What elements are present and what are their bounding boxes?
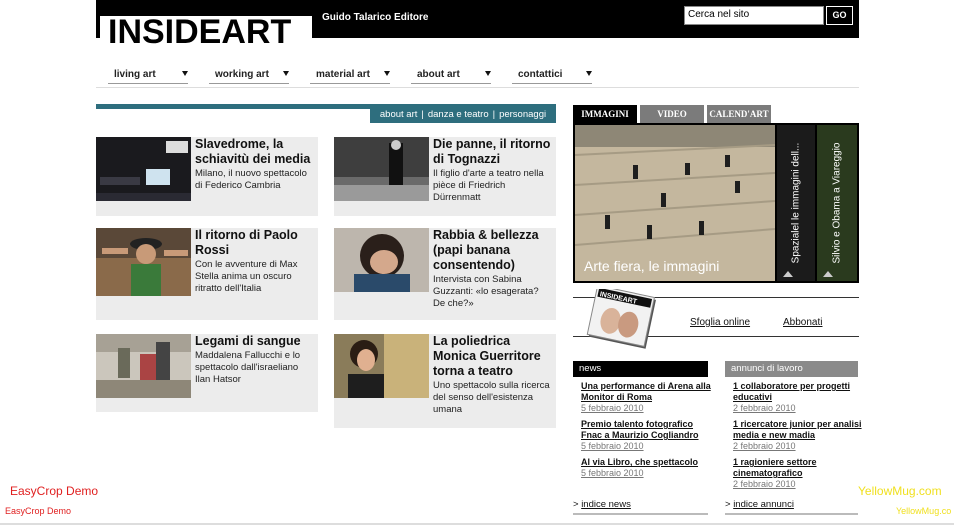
article-desc: Il figlio d'arte a teatro nella pièce di… (433, 168, 544, 203)
divider (573, 513, 708, 515)
watermark-text: YellowMug.co (896, 506, 952, 516)
nav-about-art[interactable]: about art (411, 68, 491, 84)
news-title[interactable]: Al via Libro, che spettacolo (581, 457, 711, 468)
abbonati-link[interactable]: Abbonati (783, 317, 822, 328)
dropdown-arrow-icon (182, 71, 188, 76)
article-thumbnail[interactable] (96, 137, 191, 201)
jobs-header: annunci di lavoro (725, 361, 858, 377)
dropdown-arrow-icon (384, 71, 390, 76)
site-logo[interactable]: INSIDEART (108, 14, 291, 50)
nav-divider (96, 87, 859, 88)
article-desc: Maddalena Fallucchi e lo spettacolo dall… (195, 350, 301, 385)
search-go-button[interactable]: GO (826, 6, 853, 25)
article-desc: Intervista con Sabina Guzzanti: «lo esag… (433, 274, 539, 309)
article-desc: Con le avventure di Max Stella anima un … (195, 259, 298, 294)
article-card[interactable]: Rabbia & bellezza (papi banana consenten… (334, 228, 556, 320)
news-index-link[interactable]: > indice news (573, 499, 631, 510)
news-item[interactable]: Una performance di Arena alla Monitor di… (581, 381, 711, 414)
nav-label: material art (316, 69, 370, 80)
divider (725, 513, 858, 515)
article-title[interactable]: Legami di sangue (195, 334, 314, 349)
watermark-text: EasyCrop Demo (10, 484, 99, 498)
job-title[interactable]: 1 ricercatore junior per analisi media e… (733, 419, 863, 441)
news-title[interactable]: Premio talento fotografico Fnac a Mauriz… (581, 419, 711, 441)
article-card[interactable]: Legami di sangue Maddalena Fallucchi e lo… (96, 334, 318, 412)
article-card[interactable]: Il ritorno di Paolo Rossi Con le avventur… (96, 228, 318, 320)
publisher-name: Guido Talarico Editore (322, 12, 429, 23)
section-tab-about-art[interactable]: about art (380, 109, 418, 120)
job-date: 2 febbraio 2010 (733, 441, 796, 451)
job-item[interactable]: 1 collaboratore per progetti educativi 2… (733, 381, 863, 414)
triangle-up-icon (783, 271, 793, 277)
article-thumbnail[interactable] (334, 137, 429, 201)
watermark-text: YellowMug.com (858, 484, 942, 498)
side-item-label: Spazialel le immagini dell... (790, 142, 802, 264)
article-title[interactable]: La poliedrica Monica Guerritore torna a … (433, 334, 552, 379)
article-title[interactable]: Il ritorno di Paolo Rossi (195, 228, 314, 258)
tab-video[interactable]: VIDEO (640, 105, 704, 123)
article-card[interactable]: Die panne, il ritorno di Tognazzi Il figl… (334, 137, 556, 216)
section-tabs: about art | danza e teatro | personaggi (370, 106, 556, 123)
article-thumbnail[interactable] (96, 228, 191, 296)
article-thumbnail[interactable] (96, 334, 191, 398)
dropdown-arrow-icon (485, 71, 491, 76)
nav-label: about art (417, 69, 460, 80)
article-title[interactable]: Slavedrome, la schiavitù dei media (195, 137, 314, 167)
page-bottom-border (0, 523, 954, 525)
article-desc: Uno spettacolo sulla ricerca del senso d… (433, 380, 550, 415)
magazine-cover[interactable]: INSIDEART (581, 284, 661, 351)
gallery-side-item[interactable]: Silvio e Obama a Viareggio (817, 125, 857, 281)
job-item[interactable]: 1 ragioniere settore cinematografico 2 f… (733, 457, 863, 490)
nav-living-art[interactable]: living art (108, 68, 188, 84)
job-item[interactable]: 1 ricercatore junior per analisi media e… (733, 419, 863, 452)
news-date: 5 febbraio 2010 (581, 441, 644, 451)
nav-contattici[interactable]: contattici (512, 68, 592, 84)
nav-label: living art (114, 69, 156, 80)
dropdown-arrow-icon (283, 71, 289, 76)
tab-calendart[interactable]: CALEND'ART (707, 105, 771, 123)
nav-working-art[interactable]: working art (209, 68, 289, 84)
watermark-text: EasyCrop Demo (5, 506, 72, 516)
jobs-index-label[interactable]: indice annunci (733, 499, 794, 510)
side-item-label: Silvio e Obama a Viareggio (831, 142, 843, 264)
news-date: 5 febbraio 2010 (581, 403, 644, 413)
article-thumbnail[interactable] (334, 228, 429, 292)
news-item[interactable]: Premio talento fotografico Fnac a Mauriz… (581, 419, 711, 452)
article-thumbnail[interactable] (334, 334, 429, 398)
news-item[interactable]: Al via Libro, che spettacolo 5 febbraio … (581, 457, 711, 479)
tab-immagini[interactable]: IMMAGINI (573, 105, 637, 123)
job-date: 2 febbraio 2010 (733, 479, 796, 489)
article-desc: Milano, il nuovo spettacolo di Federico … (195, 168, 307, 191)
search-input[interactable]: Cerca nel sito (684, 6, 824, 25)
jobs-index-link[interactable]: > indice annunci (725, 499, 794, 510)
nav-label: contattici (518, 69, 563, 80)
section-tab-danza-teatro[interactable]: danza e teatro (428, 109, 489, 120)
page: INSIDEART Guido Talarico Editore Cerca n… (0, 0, 954, 527)
section-tab-personaggi[interactable]: personaggi (499, 109, 546, 120)
nav-label: working art (215, 69, 269, 80)
article-title[interactable]: Die panne, il ritorno di Tognazzi (433, 137, 552, 167)
gallery-caption[interactable]: Arte fiera, le immagini (584, 258, 719, 274)
job-title[interactable]: 1 ragioniere settore cinematografico (733, 457, 863, 479)
dropdown-arrow-icon (586, 71, 592, 76)
job-date: 2 febbraio 2010 (733, 403, 796, 413)
nav-material-art[interactable]: material art (310, 68, 390, 84)
article-title[interactable]: Rabbia & bellezza (papi banana consenten… (433, 228, 552, 273)
news-index-label[interactable]: indice news (581, 499, 631, 510)
sfoglia-online-link[interactable]: Sfoglia online (690, 317, 750, 328)
news-header: news (573, 361, 708, 377)
gallery-side-item[interactable]: Spazialel le immagini dell... (777, 125, 815, 281)
article-card[interactable]: La poliedrica Monica Guerritore torna a … (334, 334, 556, 428)
news-date: 5 febbraio 2010 (581, 468, 644, 478)
news-title[interactable]: Una performance di Arena alla Monitor di… (581, 381, 711, 403)
job-title[interactable]: 1 collaboratore per progetti educativi (733, 381, 863, 403)
article-card[interactable]: Slavedrome, la schiavitù dei media Milano… (96, 137, 318, 216)
triangle-up-icon (823, 271, 833, 277)
